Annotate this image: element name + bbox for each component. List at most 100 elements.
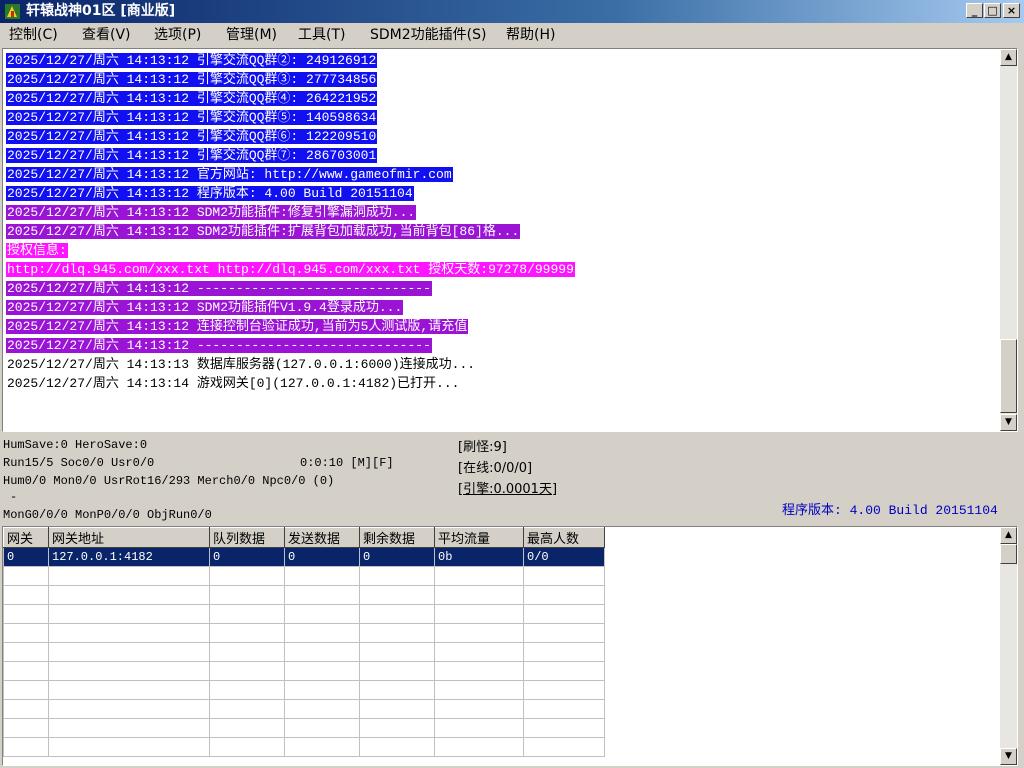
log-line: 2025/12/27/周六 14:13:14 游戏网关[0](127.0.0.1… — [6, 374, 996, 393]
empty-cell — [523, 718, 605, 738]
empty-cell — [48, 585, 210, 605]
empty-cell — [284, 718, 360, 738]
col-send-data[interactable]: 发送数据 — [284, 527, 360, 548]
table-cell: 127.0.0.1:4182 — [48, 547, 210, 567]
log-line: 2025/12/27/周六 14:13:12 引擎交流QQ群⑦: 2867030… — [6, 146, 996, 165]
log-line-text: 2025/12/27/周六 14:13:12 引擎交流QQ群④: 2642219… — [6, 91, 378, 106]
log-line: 2025/12/27/周六 14:13:12 -----------------… — [6, 279, 996, 298]
log-line: 2025/12/27/周六 14:13:12 程序版本: 4.00 Build … — [6, 184, 996, 203]
empty-row — [3, 585, 605, 605]
run-status: Run15/5 Soc0/0 Usr0/0 — [3, 456, 155, 470]
menu-bar: 控制(C) 查看(V) 选项(P) 管理(M) 工具(T) SDM2功能插件(S… — [0, 23, 1024, 47]
scroll-up-icon[interactable]: ▲ — [1000, 49, 1017, 66]
close-button[interactable]: × — [1003, 3, 1020, 18]
empty-cell — [284, 661, 360, 681]
empty-cell — [523, 604, 605, 624]
log-line: http://dlq.945.com/xxx.txt http://dlq.94… — [6, 260, 996, 279]
gateway-grid[interactable]: 网关 网关地址 队列数据 发送数据 剩余数据 平均流量 最高人数 0 127.0.… — [2, 526, 1018, 766]
empty-cell — [523, 680, 605, 700]
minimize-button[interactable]: _ — [966, 3, 983, 18]
empty-cell — [434, 585, 524, 605]
menu-manage[interactable]: 管理(M) — [226, 26, 277, 44]
col-remaining-data[interactable]: 剩余数据 — [359, 527, 435, 548]
log-line: 2025/12/27/周六 14:13:12 引擎交流QQ群②: 2491269… — [6, 51, 996, 70]
col-max-players[interactable]: 最高人数 — [523, 527, 605, 548]
empty-cell — [209, 699, 285, 719]
empty-cell — [3, 623, 49, 643]
empty-cell — [3, 699, 49, 719]
menu-tools[interactable]: 工具(T) — [298, 26, 345, 44]
table-row[interactable]: 0 127.0.0.1:4182 0 0 0 0b 0/0 — [3, 547, 605, 567]
empty-cell — [3, 737, 49, 757]
log-line: 2025/12/27/周六 14:13:12 引擎交流QQ群⑥: 1222095… — [6, 127, 996, 146]
empty-row — [3, 718, 605, 738]
log-line-text: http://dlq.945.com/xxx.txt http://dlq.94… — [6, 262, 575, 277]
log-line: 2025/12/27/周六 14:13:12 引擎交流QQ群⑤: 1405986… — [6, 108, 996, 127]
log-line-text: 2025/12/27/周六 14:13:12 -----------------… — [6, 338, 432, 353]
maximize-button[interactable]: □ — [984, 3, 1001, 18]
menu-help[interactable]: 帮助(H) — [506, 26, 555, 44]
scroll-thumb[interactable] — [1000, 339, 1017, 413]
empty-cell — [209, 718, 285, 738]
empty-cell — [3, 585, 49, 605]
log-line: 2025/12/27/周六 14:13:12 引擎交流QQ群④: 2642219… — [6, 89, 996, 108]
empty-cell — [284, 604, 360, 624]
col-queue-data[interactable]: 队列数据 — [209, 527, 285, 548]
log-line: 2025/12/27/周六 14:13:12 SDM2功能插件V1.9.4登录成… — [6, 298, 996, 317]
empty-cell — [209, 642, 285, 662]
empty-cell — [209, 585, 285, 605]
empty-cell — [48, 623, 210, 643]
table-cell: 0 — [359, 547, 435, 567]
log-lines: 2025/12/27/周六 14:13:12 引擎交流QQ群②: 2491269… — [6, 51, 996, 393]
menu-control[interactable]: 控制(C) — [9, 26, 58, 44]
empty-cell — [523, 623, 605, 643]
empty-cell — [434, 623, 524, 643]
gateway-table: 网关 网关地址 队列数据 发送数据 剩余数据 平均流量 最高人数 0 127.0.… — [3, 527, 605, 757]
log-line: 2025/12/27/周六 14:13:12 引擎交流QQ群③: 2777348… — [6, 70, 996, 89]
empty-cell — [523, 585, 605, 605]
log-panel[interactable]: 2025/12/27/周六 14:13:12 引擎交流QQ群②: 2491269… — [2, 48, 1018, 432]
menu-sdm2-plugin[interactable]: SDM2功能插件(S) — [370, 26, 486, 44]
empty-cell — [209, 737, 285, 757]
empty-cell — [209, 623, 285, 643]
menu-options[interactable]: 选项(P) — [154, 26, 201, 44]
empty-cell — [359, 680, 435, 700]
col-gateway-address[interactable]: 网关地址 — [48, 527, 210, 548]
empty-cell — [3, 718, 49, 738]
empty-cell — [48, 699, 210, 719]
scroll-down-icon[interactable]: ▼ — [1000, 414, 1017, 431]
col-avg-traffic[interactable]: 平均流量 — [434, 527, 524, 548]
empty-cell — [209, 604, 285, 624]
grid-scroll-down-icon[interactable]: ▼ — [1000, 748, 1017, 765]
empty-row — [3, 699, 605, 719]
log-line: 2025/12/27/周六 14:13:12 连接控制台验证成功,当前为5人测试… — [6, 317, 996, 336]
empty-cell — [209, 661, 285, 681]
log-line-text: 2025/12/27/周六 14:13:13 数据库服务器(127.0.0.1:… — [7, 357, 476, 372]
log-line-text: 2025/12/27/周六 14:13:12 SDM2功能插件V1.9.4登录成… — [6, 300, 404, 315]
log-line: 2025/12/27/周六 14:13:12 SDM2功能插件:修复引擎漏洞成功… — [6, 203, 996, 222]
col-gateway[interactable]: 网关 — [3, 527, 49, 548]
grid-scroll-up-icon[interactable]: ▲ — [1000, 527, 1017, 544]
empty-cell — [359, 642, 435, 662]
empty-cell — [284, 699, 360, 719]
log-line-text: 授权信息: — [6, 243, 68, 258]
menu-view[interactable]: 查看(V) — [82, 26, 131, 44]
log-scrollbar[interactable]: ▲ ▼ — [1000, 49, 1017, 431]
empty-cell — [434, 699, 524, 719]
log-line-text: 2025/12/27/周六 14:13:12 引擎交流QQ群⑥: 1222095… — [6, 129, 378, 144]
log-line: 授权信息: — [6, 241, 996, 260]
empty-cell — [48, 680, 210, 700]
log-line-text: 2025/12/27/周六 14:13:12 SDM2功能插件:扩展背包加载成功… — [6, 224, 521, 239]
table-cell: 0/0 — [523, 547, 605, 567]
empty-cell — [523, 566, 605, 586]
empty-row — [3, 737, 605, 757]
empty-cell — [359, 737, 435, 757]
log-line-text: 2025/12/27/周六 14:13:12 引擎交流QQ群⑦: 2867030… — [6, 148, 378, 163]
empty-cell — [434, 737, 524, 757]
empty-cell — [48, 566, 210, 586]
empty-row — [3, 604, 605, 624]
online-status: [在线:0/0/0] — [458, 461, 533, 476]
grid-scrollbar[interactable]: ▲ ▼ — [1000, 527, 1017, 765]
grid-scroll-thumb[interactable] — [1000, 544, 1017, 564]
empty-cell — [48, 604, 210, 624]
